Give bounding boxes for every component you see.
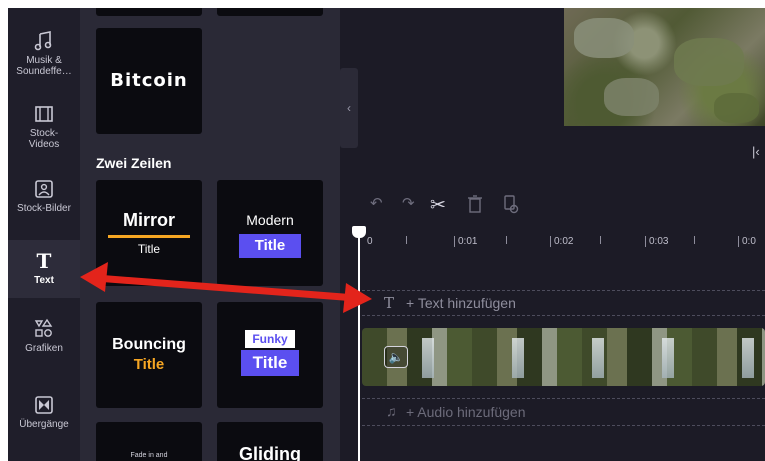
annotation-arrow xyxy=(80,262,372,313)
